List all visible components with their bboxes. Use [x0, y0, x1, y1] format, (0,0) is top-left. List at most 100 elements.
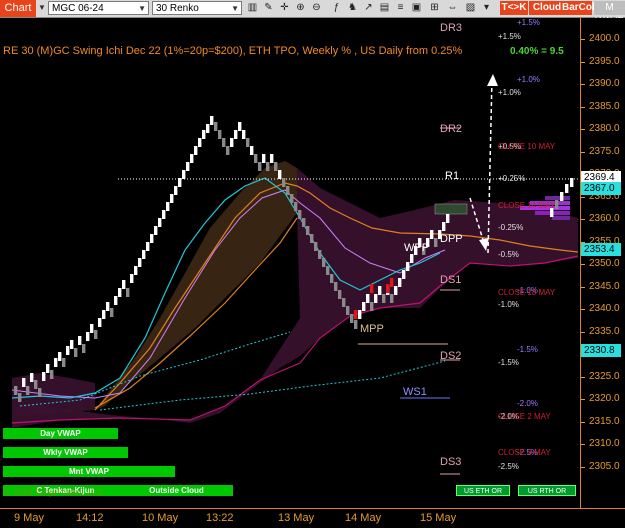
- chart-style-icon[interactable]: ▥: [246, 1, 259, 15]
- y-tick-label: 2305.0: [581, 460, 620, 472]
- renko-brick: [218, 130, 222, 139]
- day-vwap-button[interactable]: Day VWAP: [3, 428, 118, 439]
- renko-brick: [565, 184, 569, 193]
- renko-brick: [310, 234, 314, 243]
- renko-brick: [198, 138, 202, 147]
- dropdown-icon[interactable]: ▼: [38, 1, 46, 15]
- renko-brick: [322, 258, 326, 267]
- renko-brick: [190, 154, 194, 163]
- renko-brick: [394, 286, 398, 295]
- renko-brick: [318, 250, 322, 259]
- attach-icon[interactable]: ⊞: [428, 1, 441, 15]
- indicators-icon[interactable]: ƒ: [330, 1, 343, 15]
- arrowhead-up-icon: [487, 74, 498, 86]
- weekly-vwap-button[interactable]: Wkly VWAP: [3, 447, 128, 458]
- tk-toggle-button[interactable]: T<>K: [500, 1, 528, 15]
- chevron-down-icon: ▼: [138, 4, 146, 13]
- percent-label: +1.0%: [517, 74, 540, 84]
- pencil-icon[interactable]: ✎: [262, 1, 275, 15]
- renko-brick: [298, 210, 302, 219]
- close-label: CLOSE 3 MAY: [498, 448, 551, 457]
- renko-brick: [286, 186, 290, 195]
- chart-title: RE 30 (M)GC Swing Ichi Dec 22 (1%=20p=$2…: [3, 45, 463, 57]
- monthly-vwap-button[interactable]: Mnt VWAP: [3, 466, 175, 477]
- screenshot-icon[interactable]: ▨: [464, 1, 477, 15]
- renko-brick: [254, 154, 258, 163]
- renko-brick: [330, 274, 334, 283]
- renko-brick: [222, 138, 226, 147]
- properties-icon[interactable]: ≡: [394, 1, 407, 15]
- chart-tab[interactable]: Chart: [0, 0, 36, 17]
- renko-brick-red: [370, 284, 374, 293]
- strategies-icon[interactable]: ♞: [346, 1, 359, 15]
- renko-brick: [182, 170, 186, 179]
- renko-brick: [270, 154, 274, 163]
- renko-brick: [346, 306, 350, 315]
- renko-brick: [42, 372, 46, 381]
- time-axis[interactable]: 9 May 14:12 10 May 13:22 13 May 14 May 15 May: [0, 508, 625, 528]
- chart-panel[interactable]: RE 30 (M)GC Swing Ichi Dec 22 (1%=20p=$2…: [0, 18, 580, 508]
- more-icon[interactable]: ▾: [480, 1, 493, 15]
- templates-icon[interactable]: ▤: [378, 1, 391, 15]
- renko-brick-red: [390, 278, 394, 287]
- renko-brick: [30, 373, 34, 382]
- renko-brick: [150, 234, 154, 243]
- renko-brick: [26, 386, 30, 395]
- barcol-toggle-button[interactable]: BarCol: [562, 1, 595, 15]
- instrument-value: MGC 06-24: [52, 3, 104, 14]
- close-label: CLOSE 13 MAY: [498, 288, 556, 298]
- renko-brick: [146, 242, 150, 251]
- renko-brick: [130, 274, 134, 283]
- renko-brick: [178, 178, 182, 187]
- price-axis[interactable]: 2400.02395.02390.02385.02380.02375.02370…: [580, 18, 625, 508]
- x-tick-label: 14 May: [345, 512, 382, 524]
- renko-brick: [78, 336, 82, 345]
- renko-brick: [210, 116, 214, 125]
- percent-label: +1.5%: [517, 18, 540, 28]
- link-icon[interactable]: ⇔: [446, 1, 459, 15]
- percent-label: -1.0%: [498, 299, 519, 309]
- cloud-toggle-button[interactable]: Cloud: [529, 1, 565, 15]
- percent-label: -0.25%: [498, 223, 524, 232]
- renko-brick: [226, 146, 230, 155]
- renko-brick: [22, 378, 26, 387]
- price-tag: 2330.8: [581, 344, 621, 358]
- renko-brick: [274, 162, 278, 171]
- renko-brick: [106, 302, 110, 311]
- y-tick-label: 2390.0: [581, 78, 620, 89]
- renko-brick: [434, 238, 438, 247]
- renko-brick: [66, 346, 70, 355]
- renko-brick: [202, 130, 206, 139]
- copyright-text: © 2024 NinjaTrader, LLC: [4, 487, 104, 497]
- crosshair-icon[interactable]: ✛: [278, 1, 291, 15]
- x-tick-label: 13 May: [278, 512, 315, 524]
- outside-cloud-button[interactable]: Outside Cloud: [120, 485, 233, 496]
- percent-label: -2.5%: [498, 461, 519, 471]
- zoom-out-icon[interactable]: ⊖: [310, 1, 323, 15]
- renko-brick: [430, 230, 434, 239]
- bar-type-selector[interactable]: 30 Renko ▼: [152, 1, 242, 15]
- wave-toggle-button[interactable]: M WAVE: [594, 1, 625, 27]
- renko-brick: [390, 294, 394, 303]
- chevron-down-icon: ▼: [231, 4, 239, 13]
- renko-brick: [98, 318, 102, 327]
- y-tick-label: 2350.0: [581, 258, 620, 269]
- renko-brick: [555, 200, 559, 209]
- y-tick-label: 2380.0: [581, 123, 620, 134]
- renko-brick: [110, 308, 114, 317]
- data-box-icon[interactable]: ▣: [410, 1, 423, 15]
- renko-brick: [350, 314, 354, 323]
- renko-brick: [206, 124, 210, 133]
- renko-brick: [166, 202, 170, 211]
- drawing-tools-icon[interactable]: ↗: [362, 1, 375, 15]
- zoom-in-icon[interactable]: ⊕: [294, 1, 307, 15]
- renko-brick: [62, 358, 66, 367]
- percent-indicator: 0.40% = 9.5: [510, 46, 564, 57]
- renko-brick: [18, 393, 22, 402]
- renko-brick: [342, 298, 346, 307]
- percent-label: -2.0%: [517, 398, 538, 408]
- us-rth-or-button[interactable]: US RTH OR: [518, 485, 576, 496]
- renko-brick: [34, 380, 38, 389]
- us-eth-or-button[interactable]: US ETH OR: [456, 485, 510, 496]
- instrument-selector[interactable]: MGC 06-24 ▼: [48, 1, 149, 15]
